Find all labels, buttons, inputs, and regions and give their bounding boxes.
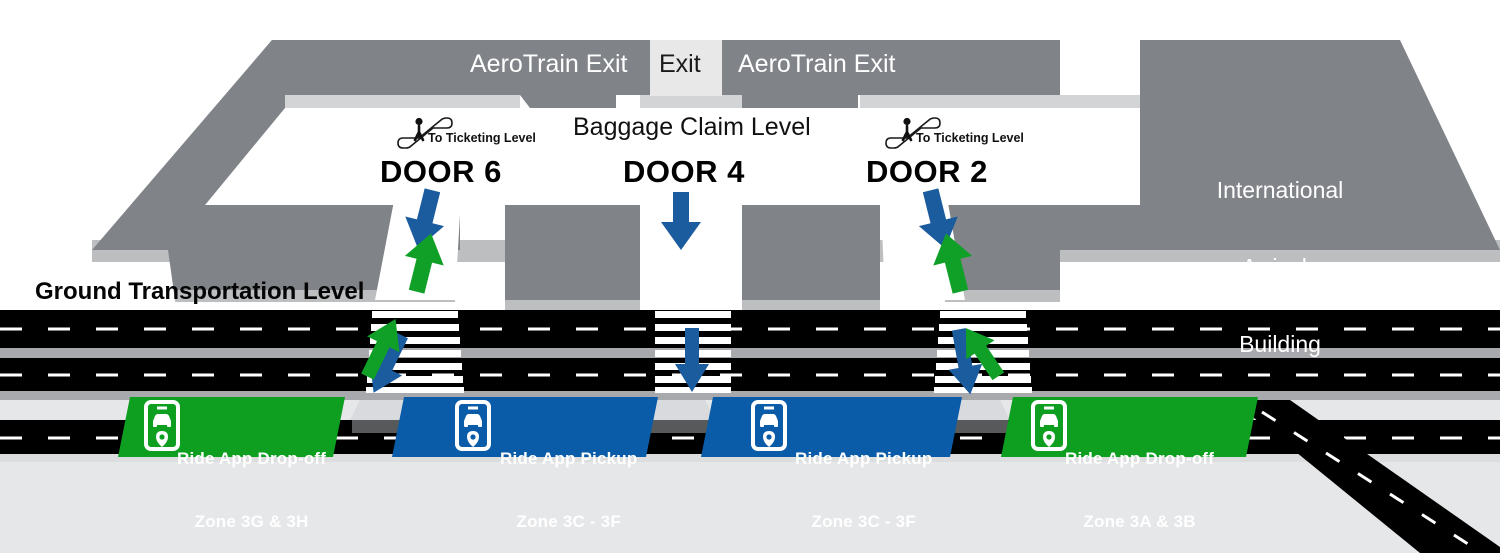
road-lane-lower (0, 358, 1500, 393)
terminal-map: AeroTrain Exit Exit AeroTrain Exit Bagga… (0, 0, 1500, 553)
terminal-building (92, 40, 1500, 312)
building-mid-center-right (742, 205, 880, 312)
map-graphics (0, 40, 1500, 553)
banner-pickup-left[interactable] (392, 397, 658, 457)
road-lane-upper (0, 310, 1500, 348)
walkway-door4 (640, 180, 742, 312)
exit-notch (650, 40, 722, 96)
building-mid-center-left (505, 205, 640, 312)
banner-pickup-right[interactable] (701, 397, 962, 457)
road-median (0, 348, 1500, 358)
